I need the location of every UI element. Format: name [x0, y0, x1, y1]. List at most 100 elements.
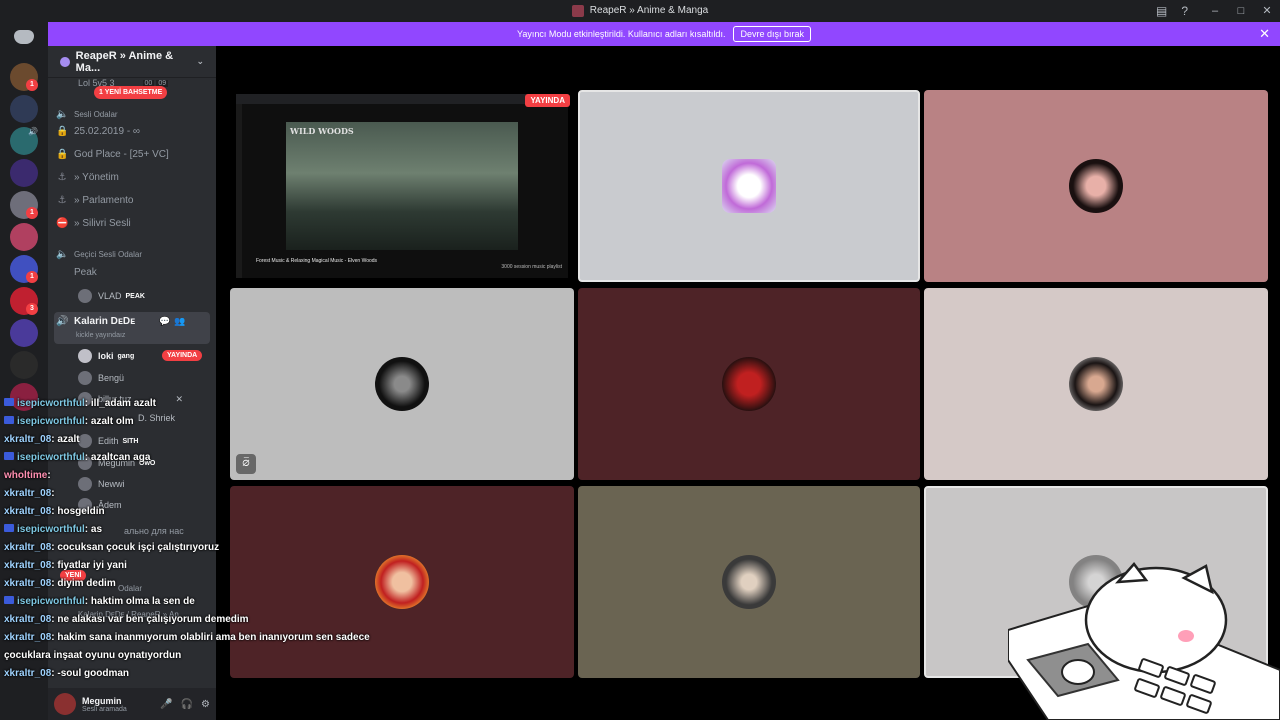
close-button[interactable]: ✕ — [1254, 4, 1280, 17]
chat-user: isepicworthful — [17, 416, 85, 427]
headphones-icon[interactable]: 🎧 — [181, 699, 193, 710]
chat-text: çocuklara inşaat oyunu oynatıyordun — [4, 650, 182, 661]
chat-user: xkraltr_08 — [4, 434, 52, 445]
user-tag: PEAK — [125, 292, 145, 300]
chat-user: xkraltr_08 — [4, 488, 52, 499]
inbox-icon[interactable]: ▤ — [1156, 4, 1167, 18]
server-icon[interactable] — [10, 159, 38, 187]
user-name: VLAD — [98, 291, 122, 301]
help-icon[interactable]: ? — [1181, 4, 1188, 18]
avatar — [722, 357, 776, 411]
user-tile[interactable] — [924, 90, 1268, 282]
chat-text: : azalt — [51, 434, 80, 445]
twitch-icon — [4, 452, 14, 460]
chat-message: wholtime: — [4, 470, 51, 481]
category-temp[interactable]: 🔈 Geçici Sesli Odalar — [56, 249, 142, 260]
stream-preview: WILD WOODS Forest Music & Relaxing Magic… — [236, 94, 568, 278]
chat-icon[interactable]: 💬 — [159, 316, 170, 327]
category-voice[interactable]: 🔈 Sesli Odalar — [56, 109, 118, 120]
cat-paw-pad — [1178, 630, 1194, 642]
add-user-icon[interactable]: 👥 — [174, 316, 185, 327]
server-badge: 1 — [26, 79, 38, 91]
user-tile[interactable] — [578, 90, 920, 282]
disable-streamer-mode-button[interactable]: Devre dışı bırak — [733, 26, 811, 42]
lock-icon: 🔒 — [56, 126, 69, 137]
channel-item[interactable]: ⚓ » Parlamento — [56, 195, 134, 206]
microphone-icon[interactable]: 🎤 — [160, 699, 172, 710]
discord-home-icon[interactable] — [14, 30, 34, 44]
user-panel: Megumin Sesli aramada 🎤 🎧 ⚙ — [48, 688, 216, 720]
notice-close-icon[interactable]: ✕ — [1259, 26, 1270, 42]
chat-text: : — [47, 470, 51, 481]
chat-message: xkraltr_08: cocuksan çocuk işçi çalıştır… — [4, 542, 219, 553]
speaker-icon: 🔊 — [56, 316, 69, 327]
chat-message: isepicworthful: as — [4, 524, 102, 535]
channel-item[interactable]: ⚓ » Yönetim — [56, 172, 119, 183]
title-bar: ReapeR » Anime & Manga ▤ ? ‒ □ ✕ — [0, 0, 1280, 21]
twitch-icon — [4, 416, 14, 424]
minimize-button[interactable]: ‒ — [1202, 5, 1228, 17]
anchor-icon: ⚓ — [57, 172, 67, 183]
channel-item[interactable]: 🔒 25.02.2019 - ∞ — [56, 126, 140, 137]
channel-item[interactable]: 🔒 God Place - [25+ VC] — [56, 149, 169, 160]
chat-user: xkraltr_08 — [4, 542, 52, 553]
gear-icon[interactable]: ⚙ — [201, 699, 210, 710]
chevron-down-icon: ⌄ — [196, 56, 204, 66]
twitch-icon — [4, 524, 14, 532]
chat-user: wholtime — [4, 470, 48, 481]
chat-text: : diyim dedim — [51, 578, 116, 589]
server-icon[interactable] — [10, 351, 38, 379]
channel-name: » Silivri Sesli — [74, 218, 131, 229]
user-tile[interactable] — [578, 486, 920, 678]
chat-message: xkraltr_08: — [4, 488, 55, 499]
channel-name: » Yönetim — [74, 172, 119, 183]
lock-icon: 🔒 — [56, 149, 69, 160]
user-name: Megumin — [82, 695, 122, 706]
chat-user: xkraltr_08 — [4, 632, 52, 643]
new-mention-pill[interactable]: 1 YENİ BAHSETME — [94, 86, 168, 99]
chat-message: xkraltr_08: fiyatlar iyi yani — [4, 560, 127, 571]
avatar — [722, 159, 776, 213]
chat-text: : cocuksan çocuk işçi çalıştırıyoruz — [51, 542, 220, 553]
chat-text: : -soul goodman — [51, 668, 130, 679]
guild-header[interactable]: ReapeR » Anime & Ma... ⌄ — [48, 46, 216, 78]
voice-user[interactable]: Bengü — [78, 371, 124, 385]
maximize-button[interactable]: □ — [1228, 5, 1254, 17]
avatar — [78, 371, 92, 385]
guild-name: ReapeR » Anime & Ma... — [75, 49, 174, 74]
stream-tile[interactable]: WILD WOODS Forest Music & Relaxing Magic… — [230, 90, 574, 282]
avatar — [78, 349, 92, 363]
channel-name: Kalarin DᴇDᴇ — [74, 316, 136, 327]
playlist-title: 3000 session music playlist — [501, 264, 562, 270]
chat-message: xkraltr_08: hosgeldin — [4, 506, 105, 517]
video-watermark: WILD WOODS — [290, 126, 354, 136]
voice-user[interactable]: VLAD PEAK — [78, 289, 145, 303]
avatar — [722, 555, 776, 609]
channel-item[interactable]: ⛔ » Silivri Sesli — [56, 218, 131, 229]
server-icon[interactable] — [10, 319, 38, 347]
server-icon — [571, 4, 584, 17]
server-icon[interactable] — [10, 223, 38, 251]
channel-item-peak[interactable]: Peak — [56, 267, 97, 278]
chat-user: xkraltr_08 — [4, 668, 52, 679]
chat-message: isepicworthful: ill_adam azalt — [4, 398, 156, 409]
twitch-icon — [4, 398, 14, 406]
voice-user[interactable]: loki gang — [78, 349, 134, 363]
avatar[interactable] — [54, 693, 76, 715]
speaker-icon: 🔈 — [56, 109, 69, 120]
server-icon[interactable] — [10, 95, 38, 123]
live-badge: YAYINDA — [525, 94, 570, 107]
chat-user: xkraltr_08 — [4, 506, 52, 517]
user-tile[interactable] — [924, 288, 1268, 480]
user-tile[interactable] — [578, 288, 920, 480]
chat-user: isepicworthful — [17, 524, 85, 535]
cat-paw — [1061, 659, 1095, 685]
anchor-icon: ⚓ — [57, 195, 67, 206]
speaker-icon: 🔊 — [28, 127, 38, 136]
user-name: Bengü — [98, 373, 125, 383]
active-channel-label[interactable]: 🔊 Kalarin DᴇDᴇ 💬 👥 — [56, 316, 186, 327]
speaker-icon: 🔈 — [56, 249, 69, 260]
chat-user: xkraltr_08 — [4, 560, 52, 571]
chat-message: xkraltr_08: -soul goodman — [4, 668, 129, 679]
category-label: Sesli Odalar — [74, 110, 118, 119]
